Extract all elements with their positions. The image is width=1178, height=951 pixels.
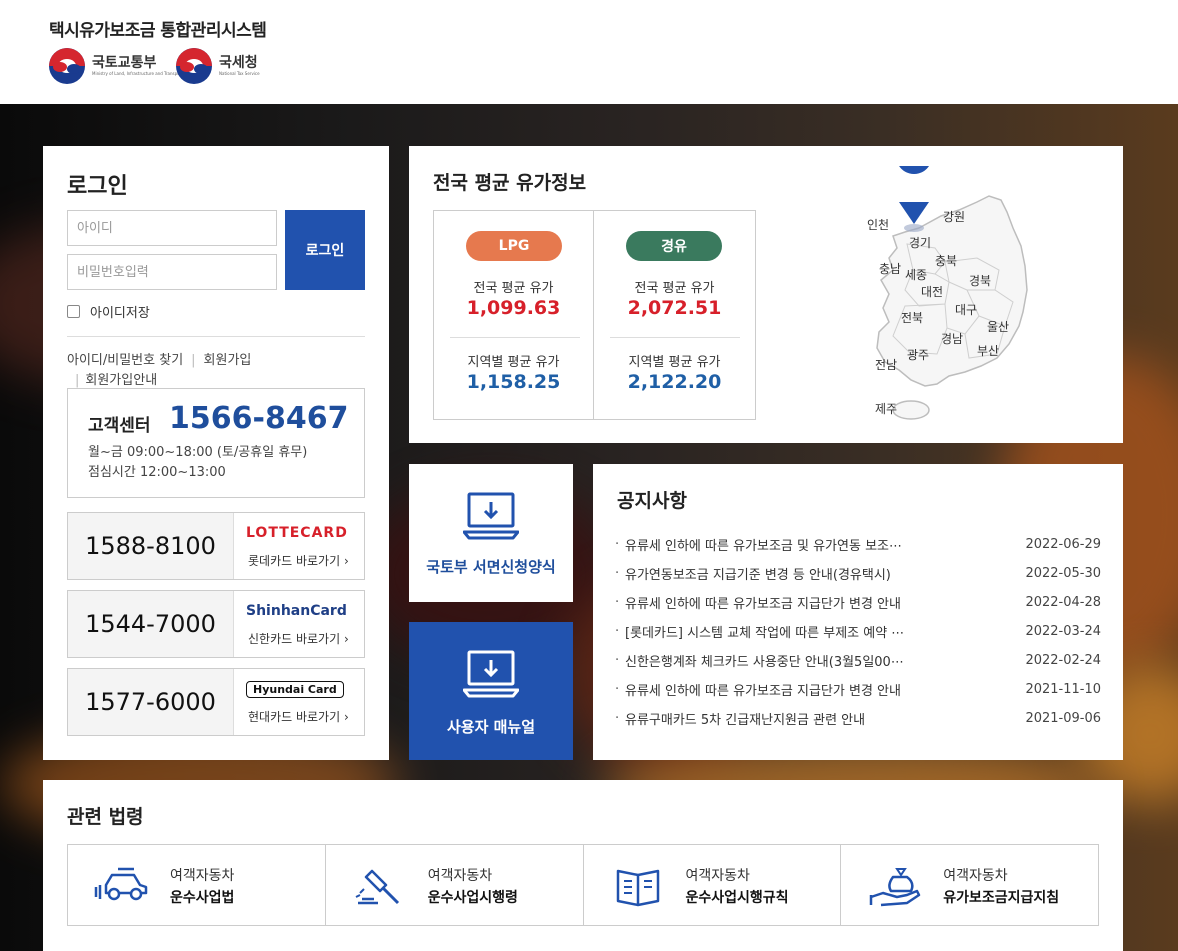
car-icon <box>94 865 150 909</box>
region-ulsan[interactable]: 울산 <box>987 318 1009 335</box>
law-enforcement-rules[interactable]: 여객자동차 운수사업시행규칙 <box>584 845 842 925</box>
customer-center-box: 고객센터 1566-8467 월~금 09:00~18:00 (토/공휴일 휴무… <box>67 388 365 498</box>
list-item[interactable]: · 유류세 인하에 따른 유가보조금 지급단가 변경 안내 2021-11-10 <box>615 675 1101 704</box>
laws-title: 관련 법령 <box>67 806 144 828</box>
signup-guide-link[interactable]: 회원가입안내 <box>85 373 157 388</box>
lpg-badge: LPG <box>466 231 562 261</box>
customer-center-label: 고객센터 <box>88 416 151 436</box>
customer-center-hours: 월~금 09:00~18:00 (토/공휴일 휴무) 점심시간 12:00~13… <box>88 445 308 480</box>
law-passenger-transport-act[interactable]: 여객자동차 운수사업법 <box>68 845 326 925</box>
notice-title[interactable]: 공지사항 <box>617 486 687 513</box>
region-chungbuk[interactable]: 충북 <box>935 252 957 269</box>
diesel-national-price: 2,072.51 <box>627 297 722 319</box>
region-chungnam[interactable]: 충남 <box>879 260 901 277</box>
card-phone: 1588-8100 <box>68 513 234 579</box>
law-enforcement-decree[interactable]: 여객자동차 운수사업시행령 <box>326 845 584 925</box>
region-daegu[interactable]: 대구 <box>955 301 977 318</box>
fuel-price-panel: 전국 평균 유가정보 LPG 전국 평균 유가 1,099.63 지역별 평균 … <box>409 138 1123 443</box>
region-gyeongnam[interactable]: 경남 <box>941 330 963 347</box>
lotte-card-link[interactable]: LOTTECARD 롯데카드 바로가기 › <box>234 513 364 579</box>
lotte-card-row[interactable]: 1588-8100 LOTTECARD 롯데카드 바로가기 › <box>67 512 365 580</box>
fuel-title: 전국 평균 유가정보 <box>433 172 587 194</box>
taegeuk-emblem-icon <box>176 48 212 84</box>
gavel-icon <box>352 865 408 913</box>
lpg-column: LPG 전국 평균 유가 1,099.63 지역별 평균 유가 1,158.25 <box>434 211 594 419</box>
user-manual-link[interactable]: 사용자 매뉴얼 <box>409 622 573 760</box>
application-form-label: 국토부 서면신청양식 <box>426 558 556 576</box>
region-jeonnam[interactable]: 전남 <box>875 356 897 373</box>
taegeuk-emblem-icon <box>49 48 85 84</box>
password-input[interactable] <box>67 254 277 290</box>
region-daejeon[interactable]: 대전 <box>921 283 943 300</box>
money-hand-icon <box>867 865 923 913</box>
diesel-regional-price: 2,122.20 <box>627 371 722 393</box>
lpg-regional-price: 1,158.25 <box>466 371 561 393</box>
hyundai-card-logo: Hyundai Card <box>246 681 344 698</box>
login-button[interactable]: 로그인 <box>285 210 365 290</box>
list-item[interactable]: · 유류구매카드 5차 긴급재난지원금 관련 안내 2021-09-06 <box>615 704 1101 733</box>
site-header: 택시유가보조금 통합관리시스템 국토교통부 Ministry of Land, … <box>0 0 1178 104</box>
notice-panel: 공지사항 · 유류세 인하에 따른 유가보조금 및 유가연동 보조⋯ 2022-06… <box>593 464 1123 760</box>
region-sejong[interactable]: 세종 <box>905 266 927 283</box>
korea-region-map[interactable]: 서울 인천 강원 경기 충북 충남 세종 대전 경북 대구 전북 경남 울산 광… <box>849 138 1049 426</box>
law-links: 여객자동차 운수사업법 여객자동차 운수사업시행령 여객자동차 운수사업시행규칙… <box>67 844 1099 926</box>
account-links: 아이디/비밀번호 찾기 | 회원가입 | 회원가입안내 <box>67 353 252 388</box>
divider <box>67 336 365 337</box>
region-seoul[interactable]: 서울 <box>897 172 921 191</box>
find-id-password-link[interactable]: 아이디/비밀번호 찾기 <box>67 353 183 368</box>
laptop-download-icon <box>462 492 520 546</box>
signup-link[interactable]: 회원가입 <box>204 353 252 368</box>
region-jeju[interactable]: 제주 <box>875 400 897 417</box>
list-item[interactable]: · 유류세 인하에 따른 유가보조금 및 유가연동 보조⋯ 2022-06-29 <box>615 530 1101 559</box>
card-phone: 1577-6000 <box>68 669 234 735</box>
lotte-card-logo: LOTTECARD <box>246 525 348 541</box>
checkbox-icon[interactable] <box>67 305 80 318</box>
shinhan-card-link[interactable]: ShinhanCard 신한카드 바로가기 › <box>234 591 364 657</box>
region-gyeongbuk[interactable]: 경북 <box>969 272 991 289</box>
region-gwangju[interactable]: 광주 <box>907 346 929 363</box>
molit-logo[interactable]: 국토교통부 Ministry of Land, Infrastructure a… <box>49 48 183 84</box>
card-phone: 1544-7000 <box>68 591 234 657</box>
lpg-national-price: 1,099.63 <box>466 297 561 319</box>
site-title[interactable]: 택시유가보조금 통합관리시스템 <box>49 16 267 41</box>
id-input[interactable] <box>67 210 277 246</box>
customer-center-phone: 1566-8467 <box>169 401 349 436</box>
nts-logo[interactable]: 국세청 National Tax Service <box>176 48 260 84</box>
save-id-checkbox[interactable]: 아이디저장 <box>67 302 150 321</box>
related-laws-panel: 관련 법령 여객자동차 운수사업법 여객자동차 운수사업시행령 여객자동차 운수… <box>43 780 1123 951</box>
list-item[interactable]: · 유류세 인하에 따른 유가보조금 지급단가 변경 안내 2022-04-28 <box>615 588 1101 617</box>
region-gyeonggi[interactable]: 경기 <box>909 234 931 251</box>
diesel-column: 경유 전국 평균 유가 2,072.51 지역별 평균 유가 2,122.20 <box>594 211 755 419</box>
list-item[interactable]: · [롯데카드] 시스템 교체 작업에 따른 부제조 예약 ⋯ 2022-03-24 <box>615 617 1101 646</box>
region-busan[interactable]: 부산 <box>977 342 999 359</box>
region-gangwon[interactable]: 강원 <box>943 208 965 225</box>
law-fuel-subsidy-guideline[interactable]: 여객자동차 유가보조금지급지침 <box>841 845 1098 925</box>
list-item[interactable]: · 유가연동보조금 지급기준 변경 등 안내(경유택시) 2022-05-30 <box>615 559 1101 588</box>
korea-map-icon <box>876 138 1028 420</box>
login-title: 로그인 <box>67 174 128 199</box>
shinhan-card-row[interactable]: 1544-7000 ShinhanCard 신한카드 바로가기 › <box>67 590 365 658</box>
laptop-download-icon <box>462 650 520 704</box>
login-panel: 로그인 로그인 아이디저장 아이디/비밀번호 찾기|회원가입 |회원가입안내 고… <box>43 146 389 760</box>
hyundai-card-row[interactable]: 1577-6000 Hyundai Card 현대카드 바로가기 › <box>67 668 365 736</box>
shinhan-card-logo: ShinhanCard <box>246 603 347 619</box>
region-jeonbuk[interactable]: 전북 <box>901 309 923 326</box>
list-item[interactable]: · 신한은행계좌 체크카드 사용중단 안내(3월5일00⋯ 2022-02-24 <box>615 646 1101 675</box>
user-manual-label: 사용자 매뉴얼 <box>446 718 536 736</box>
notice-list: · 유류세 인하에 따른 유가보조금 및 유가연동 보조⋯ 2022-06-29 ·… <box>615 530 1101 733</box>
application-form-link[interactable]: 국토부 서면신청양식 <box>409 464 573 602</box>
fuel-price-box: LPG 전국 평균 유가 1,099.63 지역별 평균 유가 1,158.25… <box>433 210 756 420</box>
region-incheon[interactable]: 인천 <box>867 216 889 233</box>
hyundai-card-link[interactable]: Hyundai Card 현대카드 바로가기 › <box>234 669 364 735</box>
book-icon <box>610 865 666 913</box>
diesel-badge: 경유 <box>626 231 722 261</box>
